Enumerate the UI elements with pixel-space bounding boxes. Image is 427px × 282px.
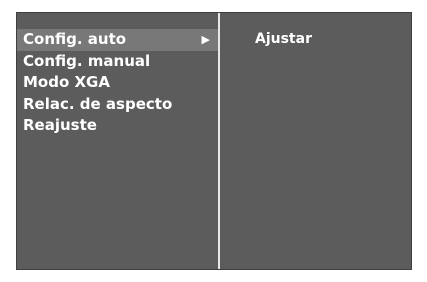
menu-item-label: Config. auto [23, 30, 127, 48]
menu-item-label: Modo XGA [23, 73, 110, 91]
main-menu-panel: Config. auto ▶ Config. manual Modo XGA R… [17, 13, 218, 269]
main-menu-list: Config. auto ▶ Config. manual Modo XGA R… [17, 29, 218, 137]
menu-item-reajuste[interactable]: Reajuste [17, 115, 218, 137]
submenu-item-ajustar[interactable]: Ajustar [255, 29, 312, 51]
menu-item-config-auto[interactable]: Config. auto ▶ [17, 29, 218, 51]
menu-item-relac-aspecto[interactable]: Relac. de aspecto [17, 94, 218, 116]
menu-item-label: Relac. de aspecto [23, 94, 173, 113]
menu-item-label: Config. manual [23, 51, 151, 70]
osd-menu-window: Config. auto ▶ Config. manual Modo XGA R… [16, 12, 412, 270]
submenu-panel: Ajustar [220, 13, 411, 269]
menu-item-modo-xga[interactable]: Modo XGA [17, 72, 218, 94]
submenu-arrow-icon: ▶ [201, 33, 210, 46]
menu-item-config-manual[interactable]: Config. manual [17, 51, 218, 73]
menu-item-label: Reajuste [23, 116, 97, 134]
